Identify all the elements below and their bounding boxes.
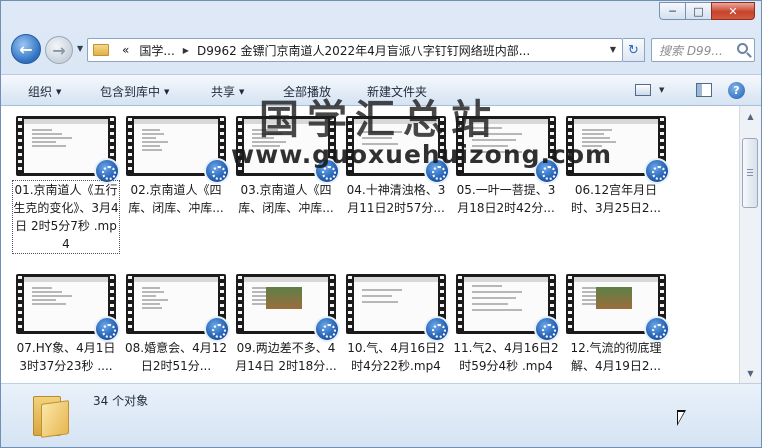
chevron-down-icon: ▼ xyxy=(164,88,170,96)
file-name: 06.12宫年月日时、3月25日2... xyxy=(571,183,661,215)
breadcrumb-separator-icon[interactable]: ▶ xyxy=(180,46,192,55)
scrollbar-thumb[interactable] xyxy=(742,138,758,208)
maximize-button[interactable]: □ xyxy=(685,2,711,20)
file-name: 10.气、4月16日2时4分22秒.mp4 xyxy=(347,341,445,373)
details-pane: 34 个对象 xyxy=(1,383,761,447)
file-name: 12.气流的彻底理解、4月19日2... xyxy=(570,341,662,373)
video-thumbnail xyxy=(456,274,560,342)
search-icon[interactable] xyxy=(737,43,748,54)
breadcrumb-overflow[interactable]: « xyxy=(117,43,134,57)
file-name: 11.气2、4月16日2时59分4秒 .mp4 xyxy=(453,341,559,373)
file-name: 02.京南道人《四库、闭库、冲库... xyxy=(128,183,224,215)
file-name: 09.两边差不多、4月14日 2时18分... xyxy=(235,341,337,373)
back-button[interactable]: ← xyxy=(11,34,41,64)
watermark-url: www.guoxuehuizong.com xyxy=(231,140,613,169)
mouse-cursor-icon xyxy=(677,410,686,426)
search-placeholder: 搜索 D99... xyxy=(659,43,723,58)
close-button[interactable]: ✕ xyxy=(711,2,755,20)
address-bar[interactable]: « 国学... ▶ D9962 金镖门京南道人2022年4月盲派八字钉钉网络班内… xyxy=(87,38,623,62)
watermark-title: 国学汇总站 xyxy=(259,96,499,143)
grip-line xyxy=(747,169,753,170)
video-thumbnail xyxy=(126,274,230,342)
item-count: 34 个对象 xyxy=(93,394,149,408)
video-thumbnail xyxy=(16,116,120,184)
folder-large-icon xyxy=(29,394,73,438)
organize-menu[interactable]: 组织 ▼ xyxy=(28,83,61,100)
grip-line xyxy=(747,175,753,176)
refresh-icon: ↻ xyxy=(628,42,639,58)
scroll-up-icon[interactable]: ▲ xyxy=(743,108,758,124)
back-arrow-icon: ← xyxy=(19,39,33,59)
file-name: 01.京南道人《五行生克的变化》、3月4日 2时5分7秒 .mp4 xyxy=(13,183,119,251)
search-input[interactable]: 搜索 D99... xyxy=(651,38,755,62)
forward-arrow-icon: → xyxy=(52,40,66,60)
recent-pages-dropdown-icon[interactable]: ▼ xyxy=(77,44,83,53)
file-name: 08.婚意会、4月12日2时51分... xyxy=(125,341,227,373)
help-icon[interactable]: ? xyxy=(728,82,745,99)
address-dropdown-icon[interactable]: ▼ xyxy=(610,45,616,54)
video-thumbnail xyxy=(126,116,230,184)
preview-pane-icon[interactable] xyxy=(696,83,712,97)
video-thumbnail xyxy=(236,274,340,342)
video-thumbnail xyxy=(16,274,120,342)
chevron-down-icon: ▼ xyxy=(239,88,245,96)
explorer-window: ─ □ ✕ ← → ▼ « 国学... ▶ D9962 金镖门京南道人2022年… xyxy=(0,0,762,448)
caption-buttons: ─ □ ✕ xyxy=(659,2,755,20)
file-name: 04.十神清浊格、3月11日2时57分... xyxy=(346,183,446,215)
forward-button[interactable]: → xyxy=(45,36,73,64)
video-thumbnail xyxy=(566,274,670,342)
file-name: 03.京南道人《四库、闭库、冲库... xyxy=(238,183,334,215)
file-name: 05.一叶一菩提、3月18日2时42分... xyxy=(456,183,556,215)
folder-icon xyxy=(93,44,109,56)
refresh-button[interactable]: ↻ xyxy=(623,38,645,62)
view-dropdown-icon[interactable]: ▼ xyxy=(659,86,664,94)
breadcrumb-item-current[interactable]: D9962 金镖门京南道人2022年4月盲派八字钉钉网络班内部... xyxy=(192,42,535,59)
file-name: 07.HY象、4月1日3时37分23秒 .... xyxy=(16,341,116,373)
vertical-scrollbar[interactable]: ▲ ▼ xyxy=(739,106,761,383)
share-menu[interactable]: 共享 ▼ xyxy=(211,83,244,100)
scroll-down-icon[interactable]: ▼ xyxy=(743,365,758,381)
minimize-button[interactable]: ─ xyxy=(659,2,685,20)
grip-line xyxy=(747,172,753,173)
change-view-icon[interactable] xyxy=(635,84,651,96)
chevron-down-icon: ▼ xyxy=(56,88,62,96)
video-thumbnail xyxy=(346,274,450,342)
breadcrumb-item-guoxue[interactable]: 国学... xyxy=(134,42,179,59)
include-in-library-menu[interactable]: 包含到库中 ▼ xyxy=(100,83,169,100)
